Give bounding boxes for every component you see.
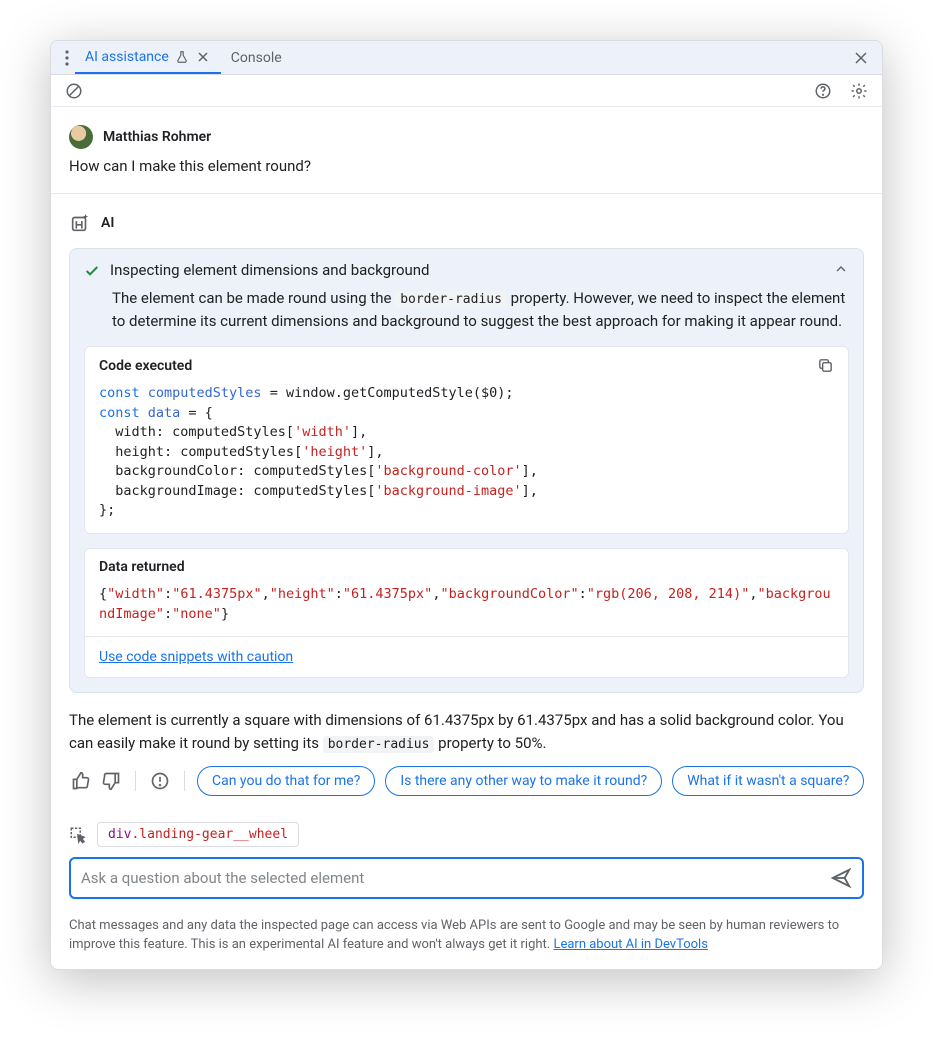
- suggestion-chips: Can you do that for me? Is there any oth…: [197, 766, 864, 796]
- suggestion-chip[interactable]: Is there any other way to make it round?: [385, 766, 662, 796]
- element-chip[interactable]: div.landing-gear__wheel: [97, 822, 299, 847]
- tab-label: Console: [231, 50, 282, 66]
- suggestion-chip[interactable]: What if it wasn't a square?: [672, 766, 864, 796]
- user-header: Matthias Rohmer: [69, 125, 864, 149]
- gear-icon[interactable]: [846, 78, 872, 104]
- suggestion-chip[interactable]: Can you do that for me?: [197, 766, 375, 796]
- data-block: {"width":"61.4375px","height":"61.4375px…: [85, 581, 848, 636]
- tab-ai-assistance[interactable]: AI assistance: [75, 41, 221, 74]
- disclaimer: Chat messages and any data the inspected…: [51, 909, 882, 969]
- prompt-input-row: [69, 857, 864, 899]
- data-returned-label: Data returned: [99, 559, 185, 575]
- code-executed-label: Code executed: [99, 358, 192, 374]
- close-icon[interactable]: [195, 49, 211, 65]
- check-icon: [84, 263, 100, 279]
- tab-console[interactable]: Console: [221, 41, 292, 74]
- ai-summary: The element is currently a square with d…: [69, 709, 864, 754]
- tab-label: AI assistance: [85, 49, 169, 65]
- code-executed-card: Code executed const computedStyles = win…: [84, 346, 849, 534]
- code-inline: border-radius: [323, 736, 435, 753]
- user-message: How can I make this element round?: [69, 157, 864, 175]
- cancel-icon[interactable]: [61, 78, 87, 104]
- feedback-row: Can you do that for me? Is there any oth…: [69, 766, 864, 796]
- code-block: const computedStyles = window.getCompute…: [85, 380, 848, 533]
- user-name: Matthias Rohmer: [103, 129, 211, 145]
- devtools-panel: AI assistance Console: [50, 40, 883, 970]
- thumbs-up-icon[interactable]: [69, 769, 93, 793]
- avatar: [69, 125, 93, 149]
- thumbs-down-icon[interactable]: [99, 769, 123, 793]
- report-icon[interactable]: [148, 769, 172, 793]
- inspection-step: Inspecting element dimensions and backgr…: [69, 248, 864, 693]
- close-panel-icon[interactable]: [848, 51, 874, 65]
- selected-element-row: div.landing-gear__wheel: [51, 822, 882, 857]
- inspection-title: Inspecting element dimensions and backgr…: [110, 261, 430, 279]
- ai-label: AI: [101, 215, 114, 231]
- inspection-description: The element can be made round using the …: [84, 279, 849, 332]
- prompt-input[interactable]: [81, 869, 830, 887]
- ai-sparkle-icon: [69, 212, 91, 234]
- disclaimer-link[interactable]: Learn about AI in DevTools: [553, 937, 707, 952]
- inspection-header[interactable]: Inspecting element dimensions and backgr…: [84, 261, 849, 279]
- help-icon[interactable]: [810, 78, 836, 104]
- more-menu-icon[interactable]: [59, 50, 75, 66]
- send-icon[interactable]: [830, 867, 852, 889]
- ai-header: AI: [69, 194, 864, 248]
- chevron-up-icon: [833, 261, 849, 277]
- conversation: Matthias Rohmer How can I make this elem…: [51, 107, 882, 822]
- data-returned-card: Data returned {"width":"61.4375px","heig…: [84, 548, 849, 678]
- flask-icon: [175, 50, 189, 64]
- toolbar: [51, 75, 882, 107]
- select-element-icon[interactable]: [69, 826, 87, 844]
- caution-link[interactable]: Use code snippets with caution: [85, 636, 848, 677]
- copy-icon[interactable]: [817, 357, 834, 374]
- tab-bar: AI assistance Console: [51, 41, 882, 75]
- code-inline: border-radius: [395, 291, 507, 308]
